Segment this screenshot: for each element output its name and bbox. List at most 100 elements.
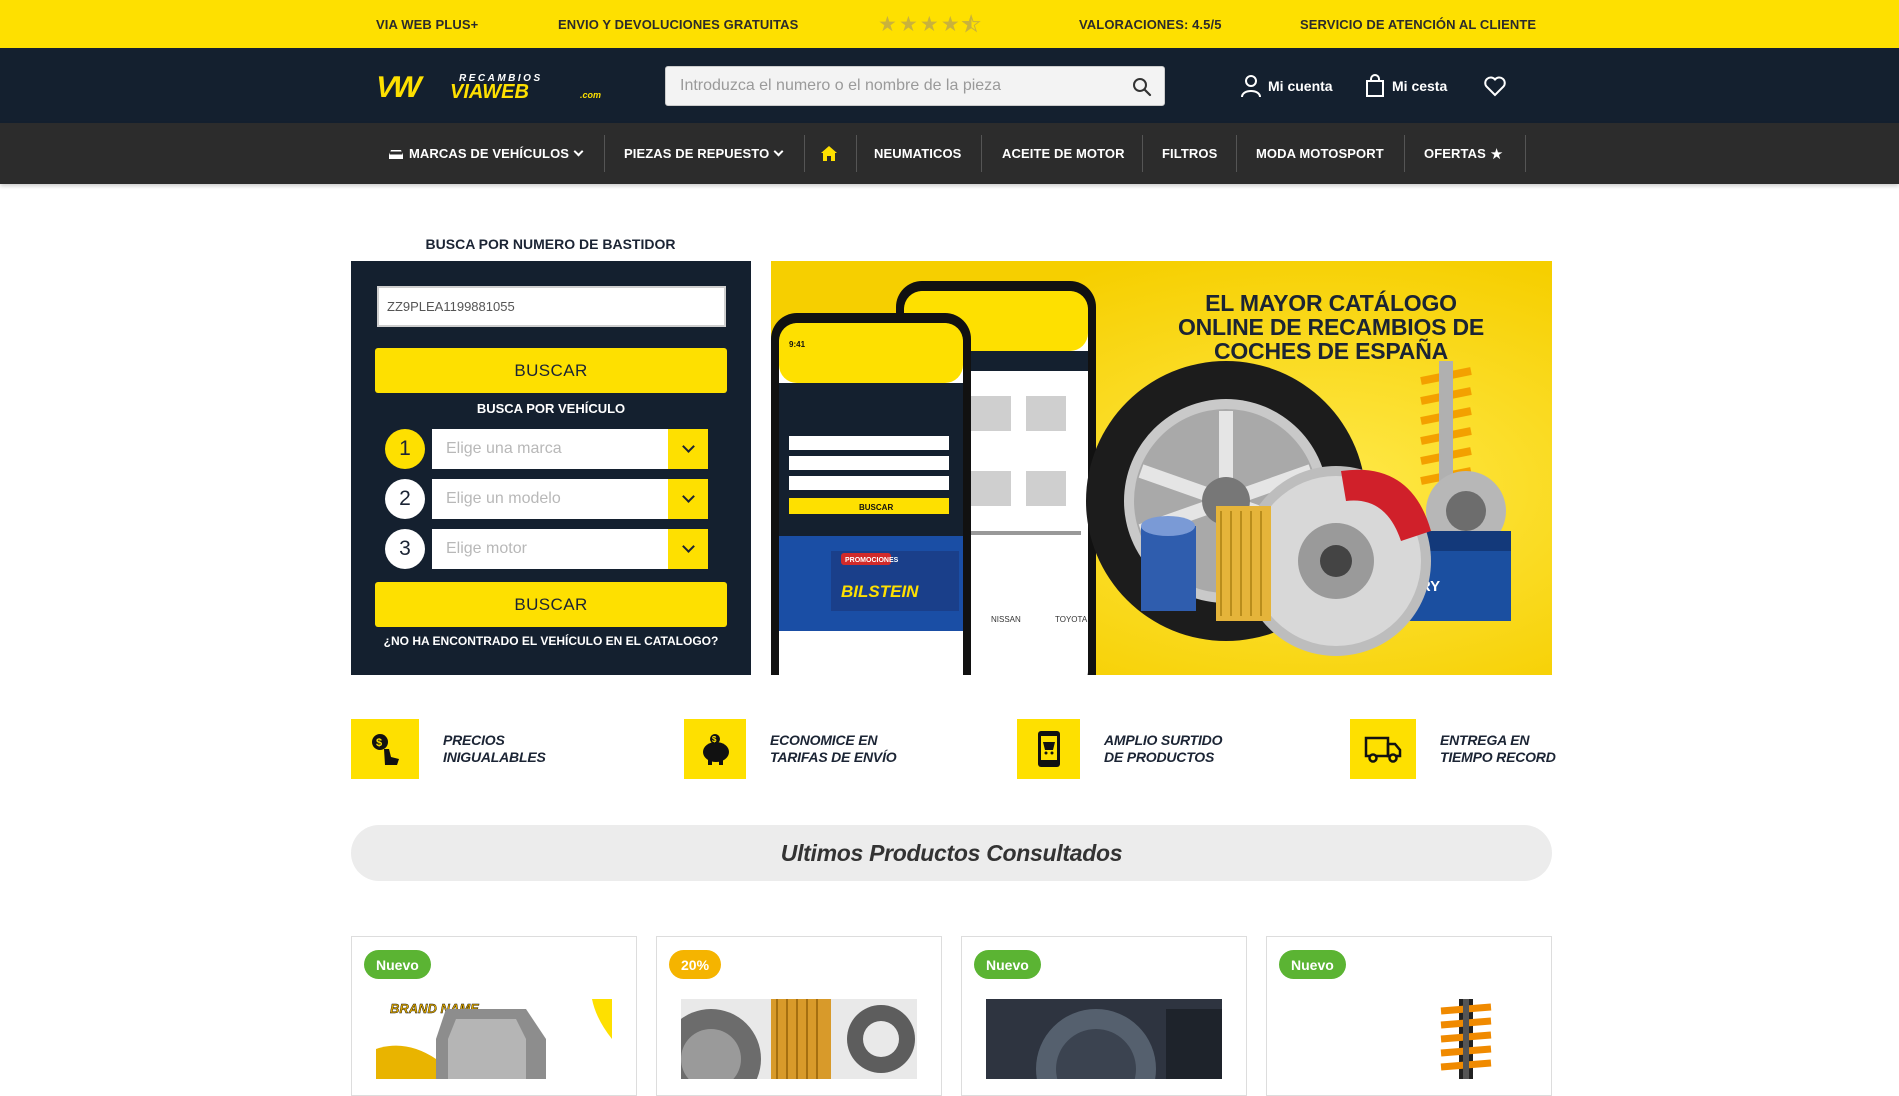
vehicle-search-panel: ZZ9PLEA1199881055 BUSCAR BUSCA POR VEHÍC… bbox=[351, 261, 751, 675]
viaweb-logo[interactable]: VW RECAMBIOS VIAWEB .com bbox=[374, 71, 606, 101]
new-badge: Nuevo bbox=[974, 950, 1041, 979]
car-icon bbox=[389, 149, 403, 159]
vehicle-search-button[interactable]: BUSCAR bbox=[375, 582, 727, 627]
nav-divider bbox=[804, 135, 805, 172]
svg-text:$: $ bbox=[712, 735, 717, 744]
ratings-text[interactable]: VALORACIONES: 4.5/5 bbox=[1079, 0, 1222, 48]
nav-vehicle-brands[interactable]: MARCAS DE VEHÍCULOS bbox=[387, 123, 584, 184]
nav-divider bbox=[1404, 135, 1405, 172]
product-image-filters[interactable] bbox=[681, 999, 917, 1079]
customer-service-link[interactable]: SERVICIO DE ATENCIÓN AL CLIENTE bbox=[1300, 0, 1536, 48]
vin-search-button[interactable]: BUSCAR bbox=[375, 348, 727, 393]
star-icon: ★ bbox=[898, 12, 918, 36]
price-hand-icon: $ bbox=[351, 719, 419, 779]
svg-text:VIAWEB: VIAWEB bbox=[450, 81, 529, 101]
vin-search-title: BUSCA POR NUMERO DE BASTIDOR bbox=[425, 236, 676, 252]
last-viewed-title: Ultimos Productos Consultados bbox=[351, 825, 1552, 881]
model-select-placeholder: Elige un modelo bbox=[446, 490, 561, 507]
nav-divider bbox=[981, 135, 982, 172]
chevron-down-icon[interactable] bbox=[668, 479, 708, 519]
nav-divider bbox=[856, 135, 857, 172]
nav-label: PIEZAS DE REPUESTO bbox=[624, 146, 770, 161]
svg-text:PROMOCIONES: PROMOCIONES bbox=[845, 557, 899, 564]
product-image-brake[interactable] bbox=[986, 999, 1222, 1079]
feature-text: ENTREGA EN TIEMPO RECORD bbox=[1440, 732, 1556, 766]
step-3-badge: 3 bbox=[385, 529, 425, 569]
user-icon bbox=[1241, 75, 1261, 98]
svg-text:TOYOTA: TOYOTA bbox=[1055, 615, 1088, 624]
feature-line: INIGUALABLES bbox=[443, 749, 546, 765]
engine-select[interactable]: Elige motor bbox=[432, 529, 708, 569]
feature-line: TIEMPO RECORD bbox=[1440, 749, 1556, 765]
feature-line: ENTREGA EN bbox=[1440, 732, 1530, 748]
delivery-truck-icon bbox=[1350, 719, 1416, 779]
feature-text: PRECIOS INIGUALABLES bbox=[443, 732, 546, 766]
nav-tires[interactable]: NEUMATICOS bbox=[874, 123, 961, 184]
vehicle-not-found-link[interactable]: ¿NO HA ENCONTRADO EL VEHÍCULO EN EL CATA… bbox=[351, 634, 751, 648]
shopping-bag-icon bbox=[1366, 74, 1384, 97]
nav-divider bbox=[1142, 135, 1143, 172]
star-icon: ★ bbox=[940, 12, 960, 36]
product-card[interactable]: Nuevo bbox=[1266, 936, 1552, 1096]
via-web-plus-link[interactable]: VIA WEB PLUS+ bbox=[376, 0, 478, 48]
star-half-icon: ★ bbox=[961, 12, 981, 36]
product-image-oil[interactable]: BRAND NAME bbox=[376, 999, 612, 1079]
nav-filters[interactable]: FILTROS bbox=[1162, 123, 1217, 184]
nav-spare-parts[interactable]: PIEZAS DE REPUESTO bbox=[624, 123, 784, 184]
hero-headline-line: EL MAYOR CATÁLOGO bbox=[1205, 290, 1457, 316]
svg-text:BUSCAR: BUSCAR bbox=[859, 503, 893, 512]
main-navigation: MARCAS DE VEHÍCULOS PIEZAS DE REPUESTO N… bbox=[0, 123, 1899, 184]
engine-select-placeholder: Elige motor bbox=[446, 540, 527, 557]
account-link[interactable]: Mi cuenta bbox=[1240, 74, 1333, 98]
nav-offers[interactable]: OFERTAS ★ bbox=[1424, 123, 1503, 184]
cart-label: Mi cesta bbox=[1392, 78, 1448, 94]
product-image-shock-absorber[interactable] bbox=[1291, 999, 1527, 1079]
feature-line: DE PRODUCTOS bbox=[1104, 749, 1215, 765]
product-card[interactable]: 20% bbox=[656, 936, 942, 1096]
nav-label: OFERTAS bbox=[1424, 146, 1486, 161]
svg-text:VW: VW bbox=[374, 71, 426, 101]
free-shipping-info[interactable]: ENVIO Y DEVOLUCIONES GRATUITAS bbox=[558, 0, 798, 48]
brand-select[interactable]: Elige una marca bbox=[432, 429, 708, 469]
product-search-input[interactable] bbox=[666, 67, 1164, 105]
feature-delivery: ENTREGA EN TIEMPO RECORD bbox=[1350, 719, 1556, 779]
step-2-badge: 2 bbox=[385, 479, 425, 519]
feature-shipping: $ ECONOMICE EN TARIFAS DE ENVÍO bbox=[684, 719, 897, 779]
hero-banner[interactable]: NISSAN TOYOTA 9:41 BUSCAR PROMOCIONES BI… bbox=[771, 261, 1552, 675]
feature-prices: $ PRECIOS INIGUALABLES bbox=[351, 719, 546, 779]
star-icon: ★ bbox=[919, 12, 939, 36]
search-icon[interactable] bbox=[1132, 77, 1152, 97]
model-select[interactable]: Elige un modelo bbox=[432, 479, 708, 519]
star-icon: ★ bbox=[878, 12, 897, 36]
feature-assortment: AMPLIO SURTIDO DE PRODUCTOS bbox=[1017, 719, 1222, 779]
product-card[interactable]: Nuevo bbox=[961, 936, 1247, 1096]
nav-engine-oil[interactable]: ACEITE DE MOTOR bbox=[1002, 123, 1125, 184]
product-search-box bbox=[665, 66, 1165, 106]
nav-divider bbox=[1236, 135, 1237, 172]
top-promo-bar: VIA WEB PLUS+ ENVIO Y DEVOLUCIONES GRATU… bbox=[0, 0, 1899, 48]
feature-line: TARIFAS DE ENVÍO bbox=[770, 749, 897, 765]
home-icon bbox=[821, 146, 837, 161]
star-icon: ★ bbox=[1489, 145, 1504, 163]
nav-label: MARCAS DE VEHÍCULOS bbox=[409, 146, 570, 161]
step-1-badge: 1 bbox=[385, 429, 425, 469]
nav-divider bbox=[1525, 135, 1526, 172]
chevron-down-icon bbox=[773, 146, 784, 157]
cart-link[interactable]: Mi cesta bbox=[1364, 74, 1447, 98]
product-card[interactable]: Nuevo BRAND NAME bbox=[351, 936, 637, 1096]
nav-motorsport-fashion[interactable]: MODA MOTOSPORT bbox=[1256, 123, 1384, 184]
nav-home[interactable] bbox=[820, 123, 838, 184]
svg-text:NISSAN: NISSAN bbox=[991, 615, 1021, 624]
chevron-down-icon bbox=[573, 146, 584, 157]
svg-text:9:41: 9:41 bbox=[789, 340, 806, 349]
hero-headline-line: ONLINE DE RECAMBIOS DE bbox=[1177, 314, 1485, 340]
feature-line: AMPLIO SURTIDO bbox=[1104, 732, 1223, 748]
piggy-bank-icon: $ bbox=[684, 719, 746, 779]
chevron-down-icon[interactable] bbox=[668, 429, 708, 469]
feature-line: ECONOMICE EN bbox=[770, 732, 878, 748]
rating-stars: ★ ★ ★ ★ ★ bbox=[878, 0, 981, 48]
heart-icon[interactable] bbox=[1483, 74, 1507, 98]
chevron-down-icon[interactable] bbox=[668, 529, 708, 569]
feature-text: ECONOMICE EN TARIFAS DE ENVÍO bbox=[770, 732, 897, 766]
vin-input[interactable]: ZZ9PLEA1199881055 bbox=[377, 286, 726, 327]
